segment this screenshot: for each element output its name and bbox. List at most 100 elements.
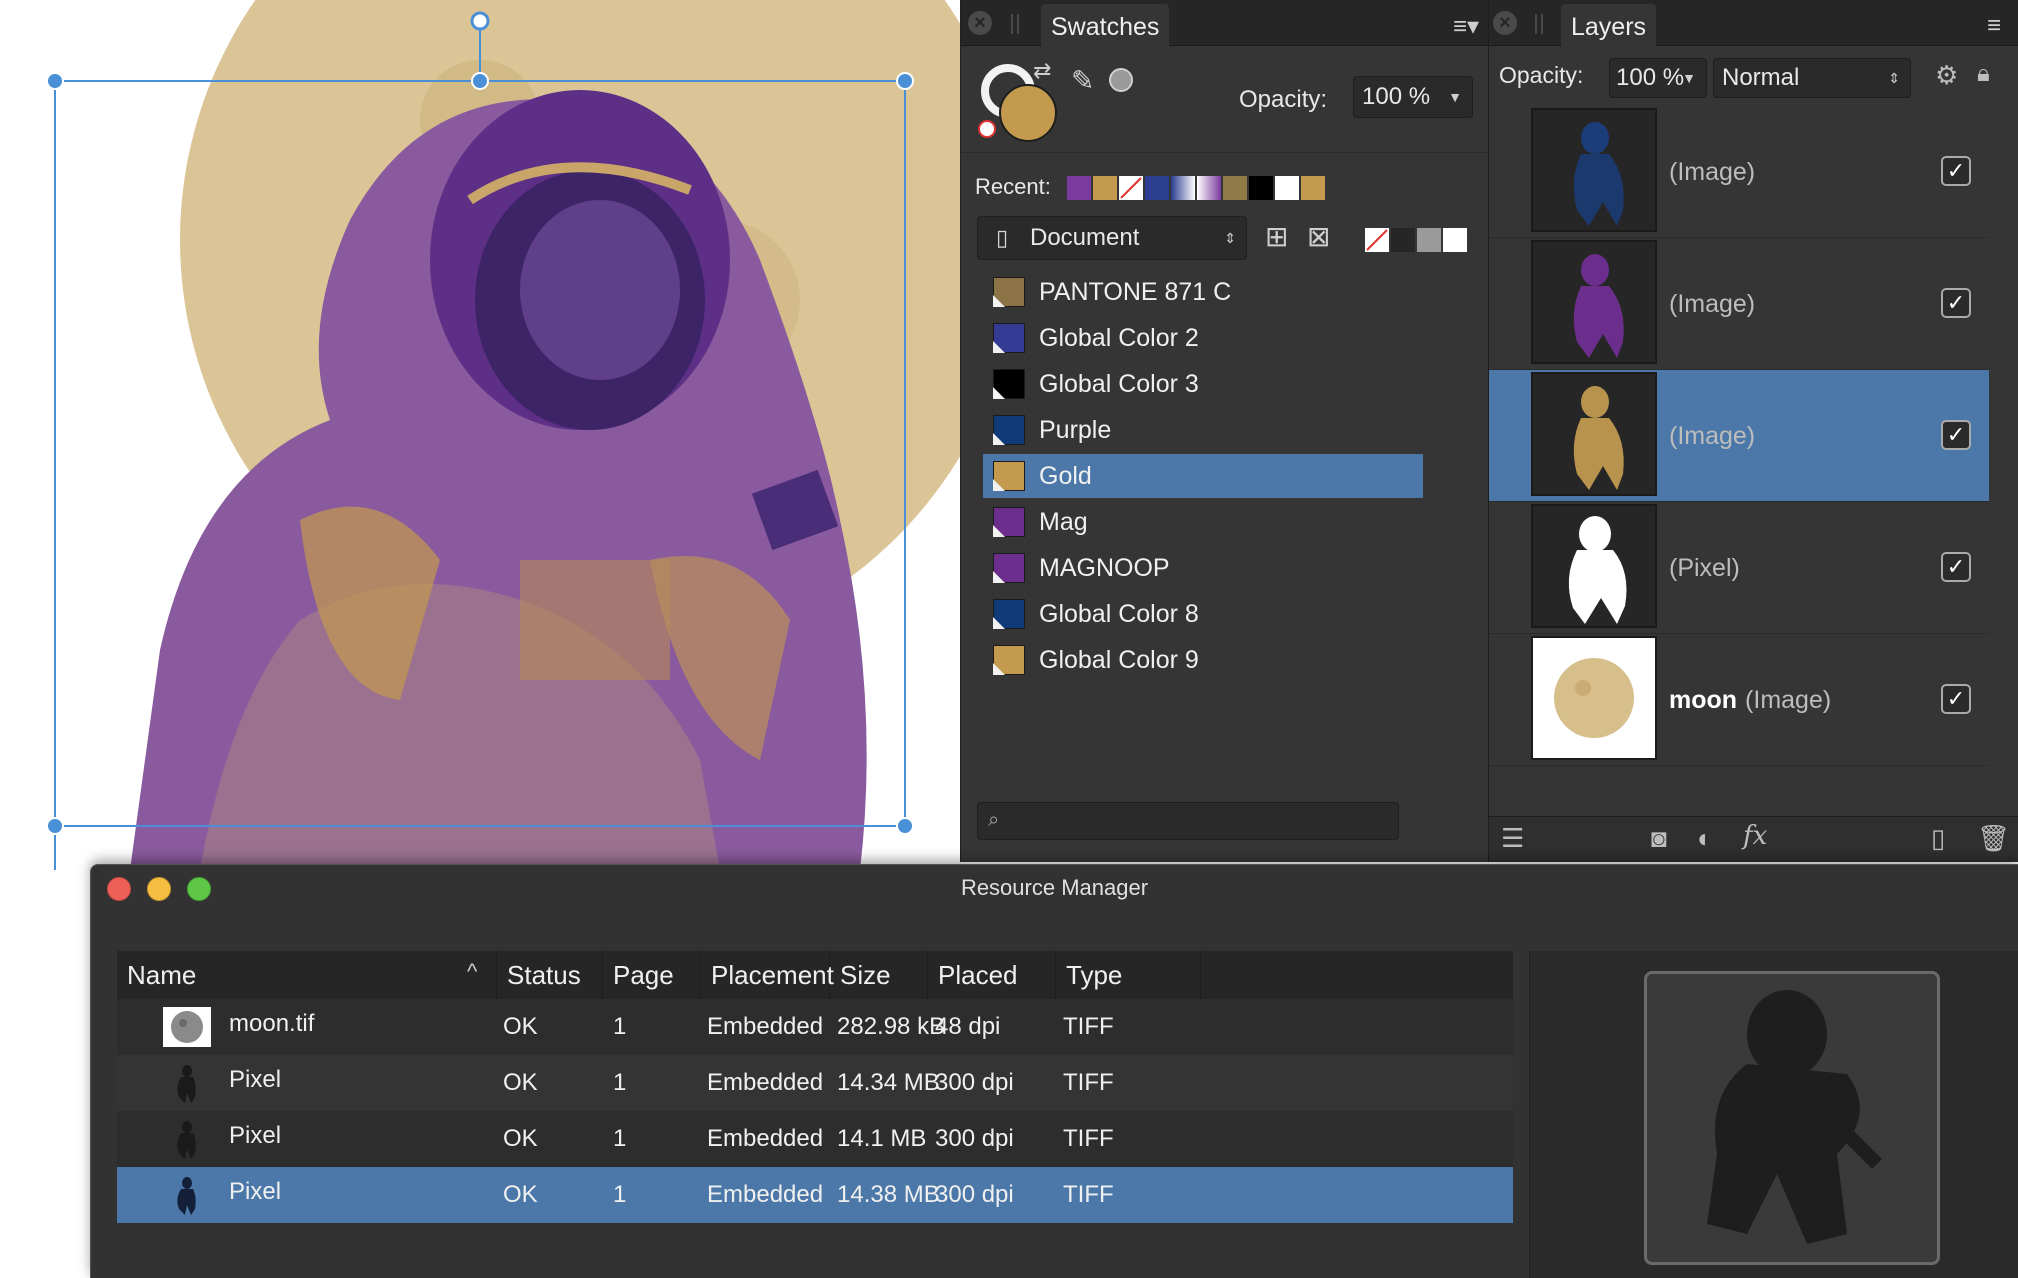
- fill-swatch: [999, 84, 1057, 142]
- resource-name: moon.tif: [229, 1010, 315, 1037]
- recent-color-chip[interactable]: [1171, 176, 1195, 200]
- layer-type: (Image): [1745, 686, 1832, 714]
- swatch-color-chip: [993, 599, 1025, 629]
- rotate-handle: [470, 11, 490, 31]
- blend-mode-dropdown[interactable]: Normal ⇕: [1713, 58, 1911, 98]
- dropdown-arrow-icon: ▼: [1682, 70, 1696, 86]
- recent-color-chip[interactable]: [1275, 176, 1299, 200]
- document-canvas[interactable]: [0, 0, 960, 870]
- resource-status: OK: [503, 1013, 538, 1040]
- layer-visibility-checkbox[interactable]: ✓: [1941, 156, 1971, 186]
- layer-visibility-checkbox[interactable]: ✓: [1941, 288, 1971, 318]
- mask-layer-icon[interactable]: ◙: [1651, 823, 1667, 854]
- recent-color-chip[interactable]: [1223, 176, 1247, 200]
- grip-icon[interactable]: [1011, 14, 1019, 34]
- resource-placement: Embedded: [707, 1069, 824, 1096]
- layer-type: (Image): [1669, 158, 1756, 186]
- fx-icon[interactable]: fx: [1743, 821, 1767, 851]
- file-thumbnail: [163, 1007, 211, 1047]
- resource-manager-window: Resource Manager Name Status Page Placement…: [90, 864, 2018, 1278]
- layer-thumbnail: [1531, 372, 1657, 496]
- layer-name: moon (Image): [1669, 634, 1831, 766]
- add-swatch-icon[interactable]: ⊞: [1265, 220, 1288, 253]
- layer-name: (Pixel): [1669, 502, 1740, 634]
- gear-icon[interactable]: ⚙: [1935, 60, 1958, 91]
- layer-row[interactable]: (Image) ✓: [1489, 106, 1989, 238]
- layer-row[interactable]: moon (Image) ✓: [1489, 634, 1989, 766]
- swatch-item[interactable]: Global Color 3: [983, 362, 1423, 406]
- swatch-item[interactable]: Gold: [983, 454, 1423, 498]
- close-icon[interactable]: ×: [1493, 11, 1517, 35]
- layers-stack-icon[interactable]: ☰: [1501, 823, 1524, 854]
- column-header[interactable]: Status: [497, 951, 603, 999]
- swatch-item[interactable]: PANTONE 871 C: [983, 270, 1423, 314]
- trash-icon[interactable]: 🗑︎: [1977, 823, 2010, 854]
- swatch-color-chip: [993, 553, 1025, 583]
- table-row[interactable]: Pixel OK 1 Embedded 14.34 MB 300 dpi TIFF: [117, 1055, 1513, 1111]
- tab-layers[interactable]: Layers: [1561, 4, 1657, 46]
- column-header[interactable]: Placed DPI: [928, 951, 1056, 1038]
- gray-swatch[interactable]: [1417, 228, 1441, 252]
- column-header[interactable]: Size: [830, 951, 928, 999]
- selection-handles[interactable]: [0, 0, 960, 870]
- palette-dropdown[interactable]: ▯ Document ⇕: [977, 216, 1247, 260]
- swap-colors-icon[interactable]: ⇄: [1033, 58, 1051, 84]
- white-swatch[interactable]: [1443, 228, 1467, 252]
- table-row[interactable]: moon.tif OK 1 Embedded 282.98 kB 48 dpi TIFF: [117, 999, 1513, 1055]
- adjustment-layer-icon[interactable]: ◐: [1697, 823, 1713, 854]
- recent-color-chip[interactable]: [1197, 176, 1221, 200]
- file-thumbnail: [163, 1175, 211, 1215]
- swatch-item[interactable]: Global Color 9: [983, 638, 1423, 682]
- swatch-item[interactable]: Global Color 2: [983, 316, 1423, 360]
- swatch-item[interactable]: MAGNOOP: [983, 546, 1423, 590]
- color-picker-icon[interactable]: ✎: [1071, 64, 1094, 97]
- column-header[interactable]: Placement: [701, 951, 834, 999]
- remove-swatch-icon[interactable]: ⊠: [1307, 220, 1330, 253]
- swatch-item[interactable]: Global Color 8: [983, 592, 1423, 636]
- sort-ascending-icon[interactable]: ^: [467, 959, 477, 985]
- column-header[interactable]: Name: [117, 951, 497, 999]
- resize-handle-tr: [896, 72, 914, 90]
- resource-placement: Embedded: [707, 1125, 824, 1152]
- table-row[interactable]: Pixel OK 1 Embedded 14.1 MB 300 dpi TIFF: [117, 1111, 1513, 1167]
- swatches-opacity-dropdown[interactable]: 100 % ▼: [1353, 76, 1473, 118]
- grip-icon[interactable]: [1535, 14, 1543, 34]
- table-body: moon.tif OK 1 Embedded 282.98 kB 48 dpi TIFF Pi…: [117, 999, 1513, 1278]
- column-header[interactable]: Type: [1056, 951, 1201, 999]
- close-icon[interactable]: ×: [968, 11, 992, 35]
- search-icon: ⌕: [988, 809, 1000, 831]
- recent-color-chip[interactable]: [1301, 176, 1325, 200]
- add-layer-icon[interactable]: ▯: [1931, 823, 1945, 854]
- swatch-label: Purple: [1039, 416, 1112, 444]
- lock-icon[interactable]: 🔒︎: [1977, 60, 1990, 88]
- swatch-color-chip: [993, 323, 1025, 353]
- layer-row[interactable]: (Pixel) ✓: [1489, 502, 1989, 634]
- layer-visibility-checkbox[interactable]: ✓: [1941, 552, 1971, 582]
- none-swatch[interactable]: [1365, 228, 1389, 252]
- layer-visibility-checkbox[interactable]: ✓: [1941, 420, 1971, 450]
- swatch-label: Gold: [1039, 462, 1092, 490]
- recent-color-chip[interactable]: [1145, 176, 1169, 200]
- table-row[interactable]: Pixel OK 1 Embedded 14.38 MB 300 dpi TIFF: [117, 1167, 1513, 1223]
- recent-color-chip[interactable]: [1249, 176, 1273, 200]
- panel-menu-icon[interactable]: ≡: [1987, 12, 2001, 40]
- recent-color-chip[interactable]: [1119, 176, 1143, 200]
- layer-row[interactable]: (Image) ✓: [1489, 370, 1989, 502]
- black-swatch[interactable]: [1391, 228, 1415, 252]
- tab-swatches[interactable]: Swatches: [1041, 4, 1170, 46]
- swatch-item[interactable]: Purple: [983, 408, 1423, 452]
- resource-name: Pixel: [229, 1178, 282, 1205]
- swatch-label: MAGNOOP: [1039, 554, 1170, 582]
- layer-row[interactable]: (Image) ✓: [1489, 238, 1989, 370]
- recent-color-chip[interactable]: [1067, 176, 1091, 200]
- swatch-search-input[interactable]: ⌕: [977, 802, 1399, 840]
- recent-color-chip[interactable]: [1093, 176, 1117, 200]
- panel-menu-icon[interactable]: ≡▾: [1453, 12, 1479, 41]
- layers-opacity-dropdown[interactable]: 100 % ▼: [1609, 58, 1707, 98]
- layer-visibility-checkbox[interactable]: ✓: [1941, 684, 1971, 714]
- file-thumbnail: [163, 1119, 211, 1159]
- swatch-item[interactable]: Mag: [983, 500, 1423, 544]
- resource-status: OK: [503, 1181, 538, 1208]
- column-header[interactable]: Page: [603, 951, 701, 999]
- layer-thumbnail: [1531, 240, 1657, 364]
